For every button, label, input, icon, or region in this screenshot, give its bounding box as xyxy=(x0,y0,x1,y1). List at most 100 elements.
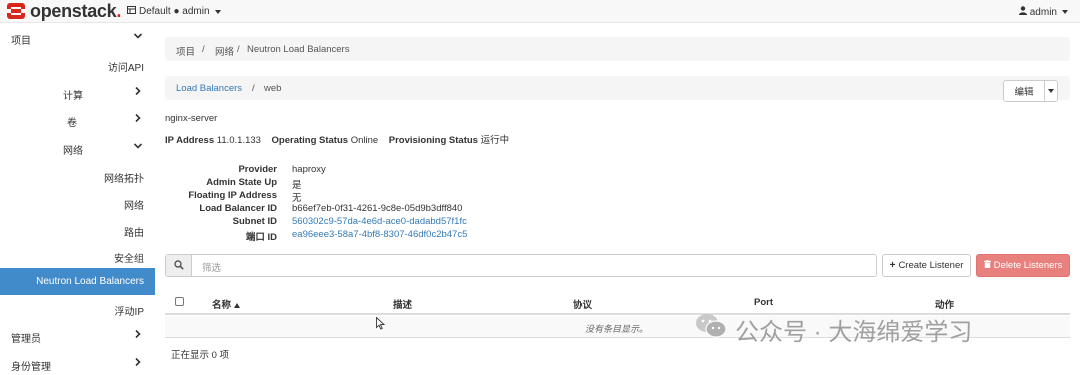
sidebar-item-label: 管理员 xyxy=(11,334,41,345)
sidebar-item-network[interactable]: 网络 xyxy=(0,137,155,159)
sidebar-item-label: 身份管理 xyxy=(11,362,51,373)
operating-status-value: Online xyxy=(350,135,379,146)
delete-listeners-button[interactable]: Delete Listeners xyxy=(976,254,1070,277)
ip-address-value: 11.0.1.133 xyxy=(216,135,261,146)
edit-button[interactable]: 编辑 xyxy=(1003,80,1045,102)
operating-status-label: Operating Status xyxy=(271,135,349,146)
detail-value-lb-id: b66ef7eb-0f31-4261-9c8e-05d9b3dff840 xyxy=(292,203,463,214)
load-balancer-name: nginx-server xyxy=(165,113,218,124)
status-line: IP Address 11.0.1.133 Operating Status O… xyxy=(165,132,509,146)
filter-input-group[interactable]: 筛选 xyxy=(165,254,877,277)
delete-listeners-label: Delete Listeners xyxy=(993,260,1063,271)
plus-icon: + xyxy=(889,260,896,271)
chevron-right-icon xyxy=(133,357,143,370)
column-header-description[interactable]: 描述 xyxy=(393,297,412,311)
sidebar-item-access-api[interactable]: 访问API xyxy=(0,54,155,76)
breadcrumb-item-network[interactable]: 网络 xyxy=(215,44,234,58)
column-header-protocol[interactable]: 协议 xyxy=(573,297,592,311)
breadcrumb-separator: / xyxy=(252,83,255,94)
detail-value-admin-state: 是 xyxy=(292,180,302,191)
sidebar-item-label: 网络拓扑 xyxy=(104,174,144,185)
subnet-id-link[interactable]: 560302c9-57da-4e6d-ace0-dadabd57f1fc xyxy=(292,216,467,227)
empty-table-message: 没有条目显示。 xyxy=(585,324,649,334)
user-menu[interactable]: admin xyxy=(1018,6,1068,18)
sidebar-item-label: 安全组 xyxy=(114,254,144,265)
sidebar-item-label: 卷 xyxy=(67,118,77,129)
detail-label: Admin State Up xyxy=(206,177,277,188)
provisioning-status-value: 运行中 xyxy=(480,135,510,146)
caret-down-icon xyxy=(214,9,221,14)
breadcrumb-item-project[interactable]: 项目 xyxy=(176,44,195,58)
sidebar-item-identity[interactable]: 身份管理 xyxy=(0,353,155,375)
sidebar-item-floating-ips[interactable]: 浮动IP xyxy=(0,298,155,320)
sidebar-item-label: 项目 xyxy=(11,36,31,47)
sidebar: 项目 访问API 计算 卷 网络 网络拓扑 网络 路由 安全组 Neutron … xyxy=(0,23,155,375)
breadcrumb-separator: / xyxy=(237,44,240,55)
top-navbar: openstack. Default ● admin admin xyxy=(0,0,1080,23)
chevron-right-icon xyxy=(133,329,143,342)
sort-asc-icon xyxy=(233,300,240,311)
sidebar-item-admin[interactable]: 管理员 xyxy=(0,325,155,347)
detail-label: Load Balancer ID xyxy=(199,203,277,214)
ip-address-label: IP Address xyxy=(165,135,215,146)
sub-breadcrumb: Load Balancers / web xyxy=(165,76,1070,100)
chevron-down-icon xyxy=(133,31,143,44)
detail-value-floating-ip: 无 xyxy=(292,193,302,204)
column-header-actions: 动作 xyxy=(935,300,955,311)
breadcrumb-item-current: Neutron Load Balancers xyxy=(247,44,350,55)
chevron-right-icon xyxy=(133,113,143,126)
watermark-text: 公众号 · 大海绵爱学习 xyxy=(735,319,973,346)
project-selector-label: Default ● admin xyxy=(139,6,210,17)
user-icon xyxy=(1018,6,1027,18)
search-icon xyxy=(174,260,184,273)
column-header-port[interactable]: Port xyxy=(754,297,773,308)
mouse-cursor-icon xyxy=(376,316,386,333)
breadcrumb: 项目 / 网络 / Neutron Load Balancers xyxy=(165,37,1070,61)
brand-dot: . xyxy=(116,1,122,21)
column-header-label: 名称 xyxy=(212,300,232,311)
edit-dropdown-toggle[interactable] xyxy=(1044,80,1058,102)
trash-icon xyxy=(983,260,991,271)
sidebar-item-project[interactable]: 项目 xyxy=(0,27,155,49)
column-header-name[interactable]: 名称 xyxy=(212,297,240,311)
filter-placeholder: 筛选 xyxy=(202,263,222,274)
caret-down-icon xyxy=(1048,89,1054,93)
sidebar-item-volumes[interactable]: 卷 xyxy=(0,109,155,131)
sidebar-item-label: 计算 xyxy=(63,91,83,102)
table-footer-count: 正在显示 0 项 xyxy=(171,350,230,361)
edit-button-label: 编辑 xyxy=(1014,87,1034,98)
sidebar-item-compute[interactable]: 计算 xyxy=(0,82,155,104)
watermark: 公众号 · 大海绵爱学习 xyxy=(695,312,972,347)
search-addon xyxy=(166,255,192,276)
sidebar-item-label: 路由 xyxy=(124,228,144,239)
select-all-checkbox[interactable] xyxy=(175,297,184,306)
user-name: admin xyxy=(1029,6,1057,18)
wechat-icon xyxy=(695,312,727,347)
detail-value-provider: haproxy xyxy=(292,164,326,175)
breadcrumb-separator: / xyxy=(202,44,205,55)
load-balancers-link[interactable]: Load Balancers xyxy=(176,83,242,94)
openstack-logo-icon xyxy=(6,2,26,20)
chevron-down-icon xyxy=(133,141,143,154)
create-listener-label: Create Listener xyxy=(898,260,964,271)
sidebar-item-label: 访问API xyxy=(107,63,144,74)
create-listener-button[interactable]: + Create Listener xyxy=(882,254,971,277)
sidebar-item-label: Neutron Load Balancers xyxy=(36,276,144,287)
project-selector-icon xyxy=(127,6,136,17)
sidebar-item-networks[interactable]: 网络 xyxy=(0,192,155,214)
port-id-link[interactable]: ea96eee3-58a7-4bf8-8307-46df0c2b47c5 xyxy=(292,229,467,240)
detail-label: 端口 ID xyxy=(245,232,277,243)
sidebar-item-label: 网络 xyxy=(124,201,144,212)
chevron-right-icon xyxy=(133,86,143,99)
sidebar-item-routers[interactable]: 路由 xyxy=(0,219,155,241)
detail-label: Floating IP Address xyxy=(188,190,277,201)
project-selector[interactable]: Default ● admin xyxy=(127,6,221,17)
sidebar-item-security-groups[interactable]: 安全组 xyxy=(0,245,155,267)
detail-label: Provider xyxy=(238,164,277,175)
sidebar-item-network-topology[interactable]: 网络拓扑 xyxy=(0,165,155,187)
sidebar-item-neutron-load-balancers[interactable]: Neutron Load Balancers xyxy=(0,268,155,295)
sidebar-item-label: 浮动IP xyxy=(114,307,144,318)
provisioning-status-label: Provisioning Status xyxy=(388,135,478,146)
openstack-logo[interactable]: openstack. xyxy=(6,2,121,20)
caret-down-icon xyxy=(1062,10,1068,14)
